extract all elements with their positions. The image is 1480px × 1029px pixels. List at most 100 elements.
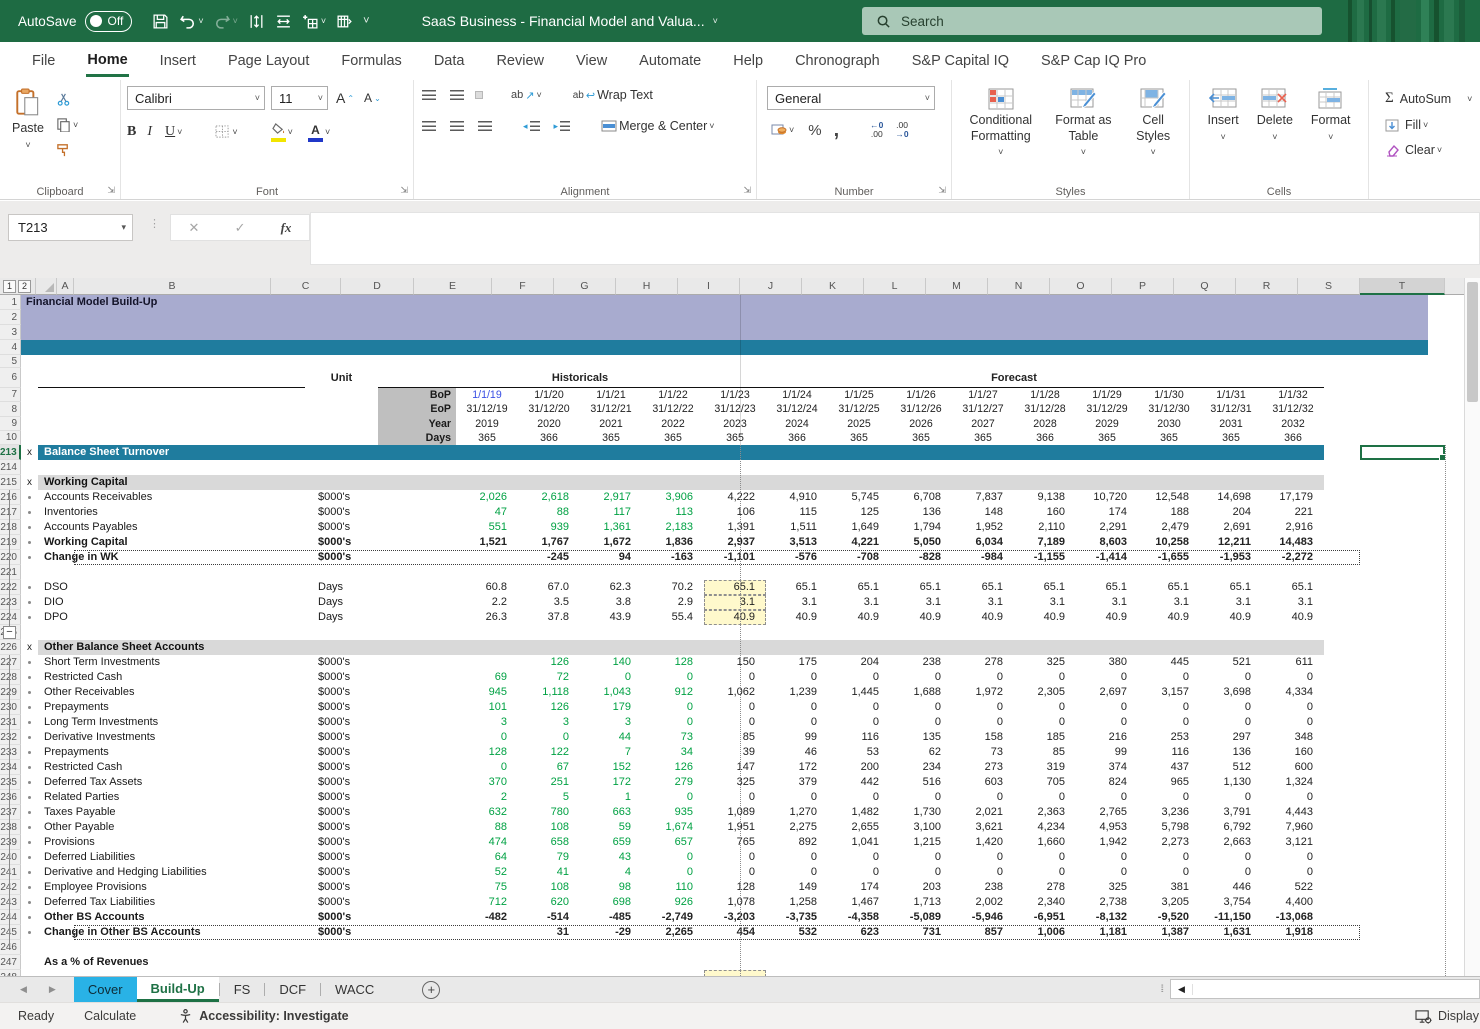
cell-value[interactable]: 0	[456, 730, 518, 745]
cell-value[interactable]: 0	[1262, 850, 1324, 865]
cell-value[interactable]: 273	[952, 760, 1014, 775]
cell-value[interactable]: 52	[456, 865, 518, 880]
cell-value[interactable]: 3,236	[1138, 805, 1200, 820]
ribbon-tab-review[interactable]: Review	[480, 42, 560, 80]
cell-value[interactable]: 1,482	[828, 805, 890, 820]
spacer[interactable]	[235, 910, 305, 925]
period-cell[interactable]: 31/12/20	[518, 402, 580, 417]
cell-value[interactable]: 0	[704, 670, 766, 685]
cell-value[interactable]: 128	[704, 880, 766, 895]
cut-button[interactable]	[54, 90, 80, 109]
cell-value[interactable]: 101	[456, 700, 518, 715]
cell-value[interactable]: 14,698	[1200, 490, 1262, 505]
cell-value[interactable]: 2,340	[1014, 895, 1076, 910]
cell-value[interactable]: 1	[580, 790, 642, 805]
spacer[interactable]	[235, 745, 305, 760]
cell-value[interactable]: 2,937	[704, 535, 766, 550]
cell-value[interactable]: 0	[1076, 790, 1138, 805]
spacer[interactable]	[235, 505, 305, 520]
column-header-K[interactable]: K	[802, 278, 864, 295]
unit-cell[interactable]: $000's	[305, 745, 378, 760]
cell-value[interactable]: 2,691	[1200, 520, 1262, 535]
spacer[interactable]	[378, 670, 456, 685]
cell-value[interactable]: 174	[1076, 505, 1138, 520]
cell-value[interactable]: 99	[766, 730, 828, 745]
section-header[interactable]: Working Capital	[38, 475, 1324, 490]
collapse-outline-button[interactable]: −	[3, 626, 16, 639]
cell-value[interactable]: 40.9	[952, 610, 1014, 625]
column-header-L[interactable]: L	[864, 278, 926, 295]
cell-value[interactable]: 1,239	[766, 685, 828, 700]
period-cell[interactable]: 365	[1076, 431, 1138, 445]
cell-value[interactable]: 348	[1262, 730, 1324, 745]
unit-cell[interactable]: $000's	[305, 790, 378, 805]
cell-value[interactable]: 46	[766, 745, 828, 760]
cell-value[interactable]: 5,745	[828, 490, 890, 505]
cell-value[interactable]: 6,708	[890, 490, 952, 505]
row-header[interactable]: 243	[0, 895, 21, 910]
cell-value[interactable]: 0	[952, 850, 1014, 865]
sheet-tab-fs[interactable]: FS	[220, 977, 265, 1002]
swap-table-icon[interactable]	[336, 13, 353, 30]
spacer[interactable]	[378, 805, 456, 820]
cell-value[interactable]: 113	[642, 505, 704, 520]
fill-color-button[interactable]: ˅	[269, 121, 295, 144]
spacer[interactable]	[235, 700, 305, 715]
cell-value[interactable]: 4,910	[766, 490, 828, 505]
row-label[interactable]: DPO	[38, 610, 235, 625]
cell-value[interactable]: 319	[1014, 760, 1076, 775]
cell-value[interactable]: 445	[1138, 655, 1200, 670]
period-cell[interactable]: 31/12/21	[580, 402, 642, 417]
period-cell[interactable]: 365	[1200, 431, 1262, 445]
cell-value[interactable]: 2,291	[1076, 520, 1138, 535]
period-cell[interactable]: 2021	[580, 417, 642, 431]
cell-value[interactable]: 0	[1014, 865, 1076, 880]
underline-cell[interactable]	[38, 368, 235, 388]
cell-value[interactable]: 1,078	[704, 895, 766, 910]
cell-value[interactable]: 446	[1200, 880, 1262, 895]
cell-value[interactable]: 521	[1200, 655, 1262, 670]
merge-center-button[interactable]: Merge & Center˅	[599, 117, 717, 135]
cell-value[interactable]: -2,749	[642, 910, 704, 925]
bold-button[interactable]: B	[127, 124, 136, 140]
font-color-button[interactable]: A˅	[306, 121, 332, 144]
dialog-launcher-icon[interactable]: ⇲	[107, 185, 115, 196]
cell-value[interactable]: 522	[1262, 880, 1324, 895]
cell-value[interactable]: 0	[952, 790, 1014, 805]
period-cell[interactable]: 1/1/20	[518, 388, 580, 402]
cell-value[interactable]: 0	[1138, 790, 1200, 805]
ribbon-tab-insert[interactable]: Insert	[144, 42, 212, 80]
cell-value[interactable]: 623	[828, 925, 890, 940]
cell-value[interactable]: 9,138	[1014, 490, 1076, 505]
cell-value[interactable]: 37.8	[518, 610, 580, 625]
undo-button[interactable]: ˅	[179, 13, 203, 30]
cell-value[interactable]: 0	[828, 865, 890, 880]
cell-value[interactable]: 115	[766, 505, 828, 520]
cell-value[interactable]: 474	[456, 835, 518, 850]
top-align-button[interactable]	[420, 88, 438, 103]
cell-value[interactable]: 2,655	[828, 820, 890, 835]
decrease-decimal-button[interactable]: .00→0	[895, 121, 908, 140]
spacer[interactable]	[235, 655, 305, 670]
cell-value[interactable]: 3.1	[828, 595, 890, 610]
cell-value[interactable]: 3,157	[1138, 685, 1200, 700]
row-label[interactable]: Derivative and Hedging Liabilities	[38, 865, 235, 880]
bottom-align-button[interactable]	[476, 92, 482, 98]
cell-value[interactable]: 7,189	[1014, 535, 1076, 550]
cell-value[interactable]: 126	[642, 760, 704, 775]
cell-value[interactable]: 94	[580, 550, 642, 565]
spacer[interactable]	[235, 595, 305, 610]
cell-value[interactable]: 2,479	[1138, 520, 1200, 535]
spacer[interactable]	[235, 925, 305, 940]
cell-value[interactable]: 3,121	[1262, 835, 1324, 850]
cell-value[interactable]: 437	[1138, 760, 1200, 775]
row-header[interactable]: 8	[0, 402, 21, 417]
dialog-launcher-icon[interactable]: ⇲	[743, 185, 751, 196]
cell-value[interactable]: -5,946	[952, 910, 1014, 925]
cell-value[interactable]: 939	[518, 520, 580, 535]
period-cell[interactable]: 2030	[1138, 417, 1200, 431]
period-cell[interactable]: 31/12/28	[1014, 402, 1076, 417]
prev-sheet-icon[interactable]: ◀	[20, 984, 27, 995]
cell-value[interactable]: 1,391	[704, 520, 766, 535]
ribbon-tab-help[interactable]: Help	[717, 42, 779, 80]
